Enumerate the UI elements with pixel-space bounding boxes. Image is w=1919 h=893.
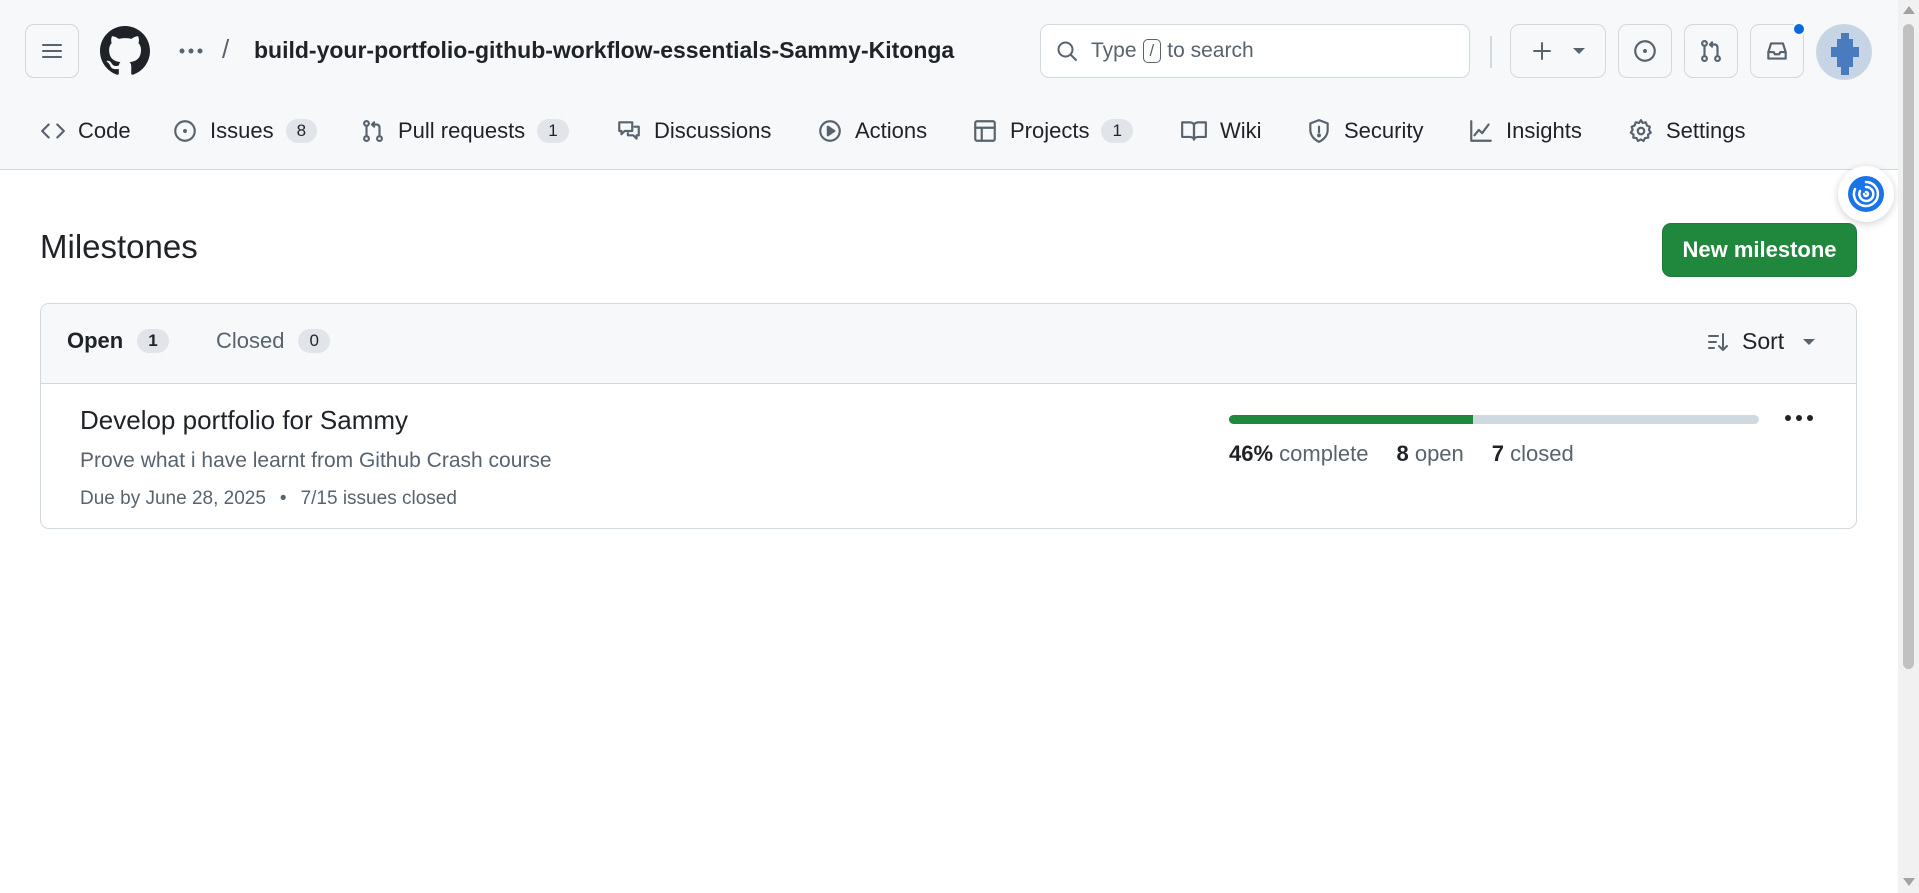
table-icon (972, 118, 998, 144)
milestones-list-header: Open 1 Closed 0 Sort (41, 304, 1856, 384)
open-issues-link[interactable]: 8 open (1396, 441, 1463, 467)
milestone-title-link[interactable]: Develop portfolio for Sammy (80, 405, 408, 436)
triangle-down-icon (1802, 338, 1816, 346)
pull-requests-counter: 1 (537, 119, 569, 143)
github-logo-icon[interactable] (100, 26, 150, 76)
closed-issues-link[interactable]: 7 closed (1492, 441, 1574, 467)
gear-icon (1628, 118, 1654, 144)
search-input[interactable]: Type / to search (1040, 24, 1470, 78)
milestones-list: Open 1 Closed 0 Sort Develop portfolio f… (40, 303, 1857, 529)
tab-label: Issues (210, 118, 274, 143)
kebab-horizontal-icon (178, 47, 204, 55)
plus-icon (1530, 39, 1554, 63)
book-icon (1180, 118, 1208, 144)
tab-label: Wiki (1220, 118, 1262, 143)
milestone-due-date: Due by June 28, 2025 (80, 488, 266, 509)
tab-label: Insights (1506, 118, 1582, 143)
notification-indicator (1792, 22, 1806, 36)
graph-icon (1468, 118, 1494, 144)
scroll-up-arrow[interactable] (1903, 6, 1915, 14)
more-breadcrumbs-button[interactable] (175, 26, 207, 76)
three-bars-icon (40, 39, 64, 63)
tab-label: Projects (1010, 118, 1090, 143)
user-avatar[interactable] (1816, 24, 1872, 80)
search-icon (1055, 39, 1079, 63)
meta-separator: • (279, 488, 287, 509)
milestone-actions-button[interactable] (1779, 403, 1819, 433)
git-pull-request-icon (360, 118, 386, 144)
open-milestones-tab[interactable]: Open 1 (67, 328, 169, 354)
scroll-down-arrow[interactable] (1903, 878, 1915, 886)
vertical-scrollbar[interactable] (1898, 0, 1919, 893)
tab-label: Pull requests (398, 118, 526, 143)
tab-settings[interactable]: Settings (1628, 108, 1746, 154)
tab-security[interactable]: Security (1306, 108, 1423, 154)
new-milestone-button[interactable]: New milestone (1662, 223, 1857, 277)
your-pull-requests-button[interactable] (1684, 24, 1738, 78)
issues-counter: 8 (285, 119, 318, 143)
header-divider (1490, 36, 1492, 68)
open-count-badge: 1 (137, 329, 169, 353)
milestone-description: Prove what i have learnt from Github Cra… (80, 449, 552, 472)
tab-label: Security (1344, 118, 1424, 143)
tab-code[interactable]: Code (40, 108, 131, 154)
search-placeholder-prefix: Type (1091, 39, 1137, 62)
tab-discussions[interactable]: Discussions (616, 108, 771, 154)
comment-discussion-icon (616, 118, 642, 144)
search-placeholder-suffix: to search (1167, 39, 1254, 62)
create-new-button[interactable] (1510, 24, 1606, 78)
app-header: / build-your-portfolio-github-workflow-e… (0, 0, 1898, 170)
closed-issues-count: 7 (1491, 441, 1505, 466)
milestone-progress-bar (1229, 415, 1759, 424)
tab-actions[interactable]: Actions (817, 108, 927, 154)
tab-label: Settings (1666, 118, 1746, 143)
open-label: Open (67, 328, 124, 353)
search-shortcut-key: / (1142, 39, 1162, 63)
tab-insights[interactable]: Insights (1468, 108, 1582, 154)
sort-label: Sort (1742, 328, 1785, 354)
open-issues-count: 8 (1396, 441, 1409, 466)
floating-assistant-button[interactable] (1838, 166, 1894, 222)
sort-dropdown[interactable]: Sort (1706, 328, 1816, 355)
issue-opened-icon (1632, 38, 1658, 64)
spiral-logo-icon (1846, 174, 1886, 214)
tab-wiki[interactable]: Wiki (1180, 108, 1262, 154)
triangle-down-icon (1572, 47, 1586, 55)
breadcrumb-separator: / (222, 34, 230, 64)
percent-complete-value: 46% (1229, 441, 1274, 466)
milestone-progress-fill (1229, 415, 1473, 424)
repo-name-link[interactable]: build-your-portfolio-github-workflow-ess… (254, 37, 954, 64)
tab-issues[interactable]: Issues 8 (172, 108, 318, 154)
milestone-row: Develop portfolio for Sammy Prove what i… (41, 385, 1856, 528)
complete-label: complete (1279, 441, 1369, 466)
milestone-stats: 46% complete 8 open 7 closed (1229, 441, 1574, 467)
code-icon (40, 118, 66, 144)
tab-label: Discussions (654, 118, 772, 143)
play-icon (817, 118, 843, 144)
your-issues-button[interactable] (1618, 24, 1672, 78)
closed-count-badge: 0 (298, 329, 330, 353)
kebab-horizontal-icon (1784, 414, 1814, 422)
sort-desc-icon (1706, 330, 1730, 354)
tab-pull-requests[interactable]: Pull requests 1 (360, 108, 569, 154)
tab-projects[interactable]: Projects 1 (972, 108, 1133, 154)
scrollbar-thumb[interactable] (1903, 24, 1914, 669)
tab-label: Actions (855, 118, 928, 143)
progress-complete: 46% complete (1229, 441, 1368, 467)
page-title: Milestones (40, 228, 198, 265)
git-pull-request-icon (1698, 38, 1724, 64)
inbox-icon (1764, 38, 1790, 64)
closed-milestones-tab[interactable]: Closed 0 (216, 328, 330, 354)
shield-icon (1306, 118, 1332, 144)
milestone-issues-closed: 7/15 issues closed (300, 488, 457, 509)
projects-counter: 1 (1101, 119, 1133, 143)
closed-issues-label: closed (1510, 441, 1574, 466)
tab-label: Code (78, 118, 131, 143)
repo-nav-tabs: Code Issues 8 Pull requests 1 Discussion… (0, 108, 1898, 154)
hamburger-menu-button[interactable] (25, 24, 79, 78)
milestone-meta: Due by June 28, 2025 • 7/15 issues close… (80, 488, 457, 510)
issue-opened-icon (172, 118, 198, 144)
closed-label: Closed (216, 328, 285, 353)
open-issues-label: open (1414, 441, 1464, 466)
